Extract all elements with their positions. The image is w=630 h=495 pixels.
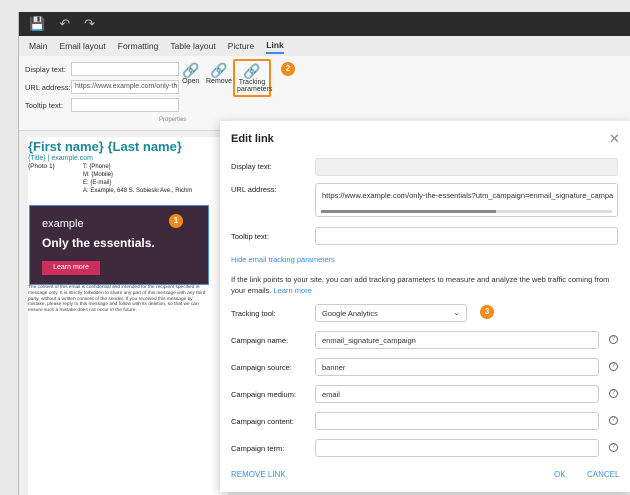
signature-photo: {Photo 1} bbox=[28, 163, 55, 170]
title-bar: 💾 ↶ ↷ bbox=[19, 12, 630, 36]
ribbon-panel: Display text: URL address: https://www.e… bbox=[19, 56, 630, 131]
app-window: 💾 ↶ ↷ Main Email layout Formatting Table… bbox=[18, 12, 630, 495]
campaign-content-input[interactable] bbox=[315, 412, 599, 430]
hide-tracking-link[interactable]: Hide email tracking parameters bbox=[231, 255, 335, 264]
signature-preview: {First name} {Last name} {Title} | examp… bbox=[28, 137, 228, 495]
ribbon-display-text-label: Display text: bbox=[25, 65, 66, 74]
banner-tagline: Only the essentials. bbox=[42, 236, 155, 250]
tab-main[interactable]: Main bbox=[29, 39, 47, 53]
chevron-down-icon: ⌄ bbox=[453, 308, 460, 317]
step-badge-3: 3 bbox=[480, 305, 494, 319]
url-label: URL address: bbox=[231, 185, 277, 194]
url-scrollbar[interactable] bbox=[321, 210, 612, 213]
learn-more-link[interactable]: Learn more bbox=[274, 286, 312, 295]
campaign-medium-help-icon[interactable]: ? bbox=[609, 389, 618, 398]
ribbon-tooltip-input[interactable] bbox=[71, 98, 179, 112]
tracking-label-line1: Tracking bbox=[238, 79, 266, 86]
tab-formatting[interactable]: Formatting bbox=[118, 39, 159, 53]
campaign-medium-label: Campaign medium: bbox=[231, 390, 297, 399]
tab-link[interactable]: Link bbox=[266, 38, 284, 54]
remove-link-label: Remove bbox=[206, 78, 233, 85]
tab-picture[interactable]: Picture bbox=[228, 39, 254, 53]
step-badge-1: 1 bbox=[169, 214, 183, 228]
contact-phone: T: {Phone} bbox=[83, 164, 111, 170]
url-scroll-thumb[interactable] bbox=[321, 210, 496, 213]
display-text-input bbox=[315, 158, 618, 176]
ribbon-tabs: Main Email layout Formatting Table layou… bbox=[19, 36, 630, 56]
campaign-term-help-icon[interactable]: ? bbox=[609, 443, 618, 452]
undo-icon[interactable]: ↶ bbox=[59, 16, 70, 32]
remove-link-button[interactable]: 🔗 Remove bbox=[206, 62, 232, 85]
campaign-name-input[interactable]: enmail_signature_campaign bbox=[315, 331, 599, 349]
tracking-parameters-button[interactable]: 🔗 Tracking parameters bbox=[233, 59, 273, 97]
redo-icon[interactable]: ↷ bbox=[84, 16, 95, 32]
banner-learn-more: Learn more bbox=[42, 261, 100, 275]
ribbon-url-input[interactable]: https://www.example.com/only-th bbox=[71, 80, 179, 94]
signature-contacts: T: {Phone} M: {Mobile} E: {E-mail} A: Ex… bbox=[83, 163, 192, 195]
open-link-icon: 🔗 bbox=[182, 62, 200, 78]
contact-email: E: {E-mail} bbox=[83, 180, 112, 186]
dialog-title: Edit link bbox=[231, 133, 274, 145]
campaign-name-label: Campaign name: bbox=[231, 336, 289, 345]
step-badge-2: 2 bbox=[281, 62, 295, 76]
ribbon-url-label: URL address: bbox=[25, 83, 71, 92]
tooltip-label: Tooltip text: bbox=[231, 232, 269, 241]
tracking-info: If the link points to your site, you can… bbox=[231, 274, 616, 296]
url-value: https://www.example.com/only-the-essenti… bbox=[322, 191, 614, 200]
ribbon-display-text-input[interactable] bbox=[71, 62, 179, 76]
campaign-name-help-icon[interactable]: ? bbox=[609, 335, 618, 344]
cancel-button[interactable]: CANCEL bbox=[587, 470, 619, 479]
tracking-link-icon: 🔗 bbox=[243, 63, 261, 79]
tracking-tool-label: Tracking tool: bbox=[231, 309, 276, 318]
campaign-source-help-icon[interactable]: ? bbox=[609, 362, 618, 371]
remove-link-icon: 🔗 bbox=[210, 62, 228, 78]
campaign-content-label: Campaign content: bbox=[231, 417, 294, 426]
remove-link-button[interactable]: REMOVE LINK bbox=[231, 470, 286, 479]
contact-mobile: M: {Mobile} bbox=[83, 172, 114, 178]
close-icon[interactable]: ✕ bbox=[609, 131, 620, 147]
edit-link-dialog: Edit link ✕ Display text: URL address: h… bbox=[220, 121, 630, 492]
tooltip-input[interactable] bbox=[315, 227, 618, 245]
campaign-content-help-icon[interactable]: ? bbox=[609, 416, 618, 425]
tab-table-layout[interactable]: Table layout bbox=[170, 39, 215, 53]
save-icon[interactable]: 💾 bbox=[29, 16, 45, 32]
tracking-tool-select[interactable]: Google Analytics ⌄ bbox=[315, 304, 467, 322]
tracking-tool-value: Google Analytics bbox=[322, 309, 378, 318]
ok-button[interactable]: OK bbox=[554, 470, 566, 479]
signature-disclaimer: The content of this email is confidentia… bbox=[28, 285, 206, 314]
ribbon-group-label: Properties bbox=[159, 117, 187, 123]
campaign-source-input[interactable]: banner bbox=[315, 358, 599, 376]
banner-logo: example bbox=[42, 218, 84, 230]
campaign-source-label: Campaign source: bbox=[231, 363, 292, 372]
signature-name: {First name} {Last name} bbox=[28, 139, 182, 154]
campaign-term-input[interactable] bbox=[315, 439, 599, 457]
open-link-button[interactable]: 🔗 Open bbox=[182, 62, 199, 85]
tracking-label-line2: parameters bbox=[237, 86, 273, 93]
campaign-term-label: Campaign term: bbox=[231, 444, 285, 453]
tab-email-layout[interactable]: Email layout bbox=[59, 39, 105, 53]
ribbon-tooltip-label: Tooltip text: bbox=[25, 101, 63, 110]
campaign-medium-input[interactable]: email bbox=[315, 385, 599, 403]
display-text-label: Display text: bbox=[231, 162, 272, 171]
contact-address: A: Example, 648 S. Sobieski Ave., Richm bbox=[83, 188, 193, 194]
url-input[interactable]: https://www.example.com/only-the-essenti… bbox=[315, 183, 618, 217]
open-link-label: Open bbox=[182, 78, 200, 85]
signature-title: {Title} | example.com bbox=[28, 155, 93, 162]
